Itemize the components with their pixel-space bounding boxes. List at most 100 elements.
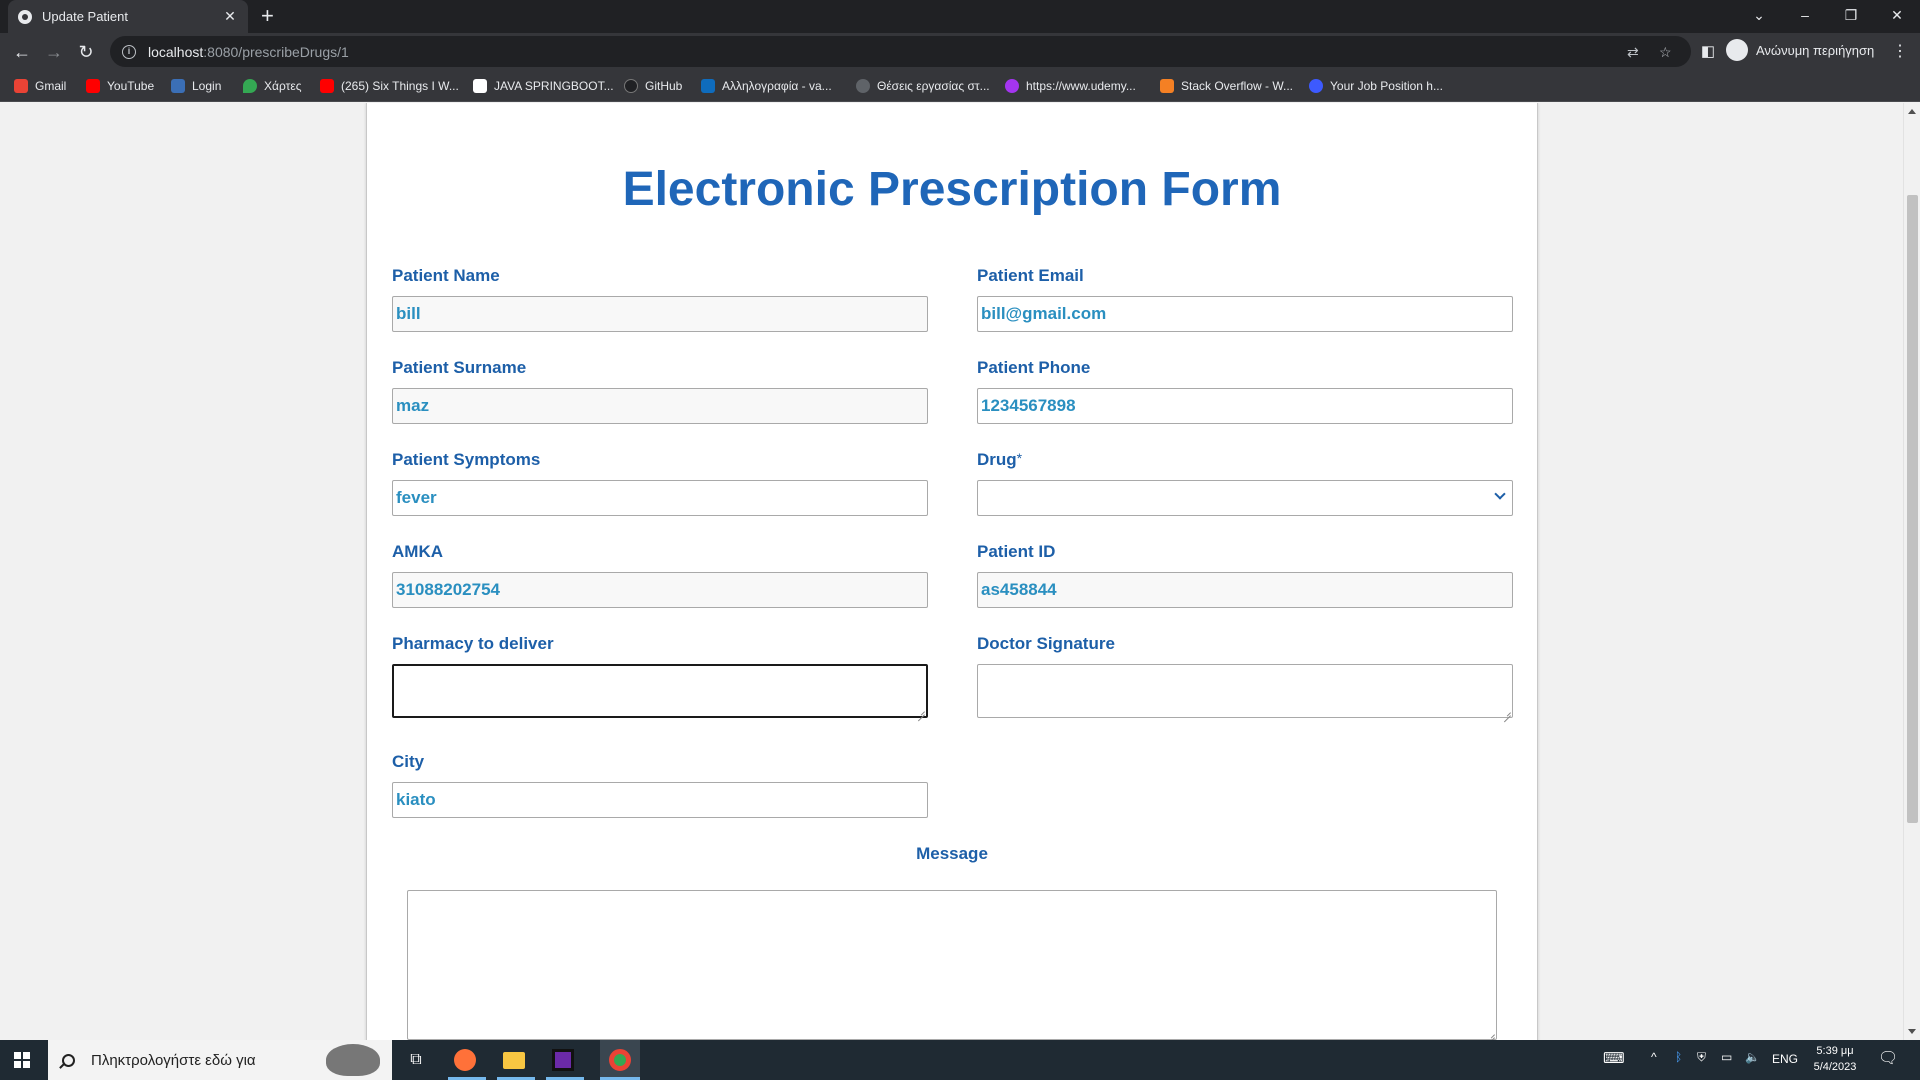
browser-toolbar: ← → ↻ i localhost:8080/prescribeDrugs/1 … (0, 33, 1920, 70)
form-title: Electronic Prescription Form (622, 163, 1282, 216)
notification-icon[interactable]: 🗨 (1878, 1048, 1898, 1068)
youtube-icon (320, 79, 334, 93)
city-input[interactable]: kiato (392, 782, 928, 818)
doctor-signature-textarea[interactable] (977, 664, 1513, 718)
message-label: Message (916, 844, 988, 863)
scroll-down-arrow-icon[interactable] (1908, 1029, 1916, 1034)
bookmark-stackoverflow[interactable]: Stack Overflow - W... (1160, 77, 1293, 95)
stackoverflow-icon (1160, 79, 1174, 93)
side-panel-icon[interactable]: ◧ (1697, 41, 1719, 63)
translate-icon[interactable]: ⇄ (1627, 44, 1639, 61)
search-icon (62, 1053, 75, 1067)
globe-icon (18, 9, 32, 24)
job-icon (1309, 79, 1323, 93)
network-icon[interactable]: ▭ (1721, 1050, 1732, 1064)
bookmarks-bar: Gmail YouTube Login Χάρτες (265) Six Thi… (0, 70, 1920, 102)
patient-email-input[interactable]: bill@gmail.com (977, 296, 1513, 332)
patient-surname-input[interactable]: maz (392, 388, 928, 424)
tab-close-icon[interactable]: ✕ (222, 8, 238, 25)
patient-surname-label: Patient Surname (392, 358, 527, 377)
page-viewport: Electronic Prescription Form Patient Nam… (0, 103, 1903, 1040)
amka-input[interactable]: 31088202754 (392, 572, 928, 608)
bookmark-star-icon[interactable]: ☆ (1659, 44, 1672, 61)
tab-title: Update Patient (42, 9, 129, 24)
site-info-icon[interactable]: i (122, 44, 136, 59)
windows-taskbar: Πληκτρολογήστε εδώ για ⧉ ⌨ ^ ᛒ ⛨ ▭ 🔈 ENG… (0, 1040, 1920, 1080)
intellij-icon[interactable] (549, 1046, 577, 1074)
scrollbar-thumb[interactable] (1907, 195, 1918, 823)
drug-select[interactable] (977, 480, 1513, 516)
page-scrollbar[interactable] (1903, 103, 1920, 1040)
bluetooth-icon[interactable]: ᛒ (1675, 1050, 1682, 1064)
patient-phone-input[interactable]: 1234567898 (977, 388, 1513, 424)
bookmark-youtube-video[interactable]: (265) Six Things I W... (320, 77, 459, 95)
restore-icon[interactable]: ❐ (1836, 0, 1866, 30)
bookmark-outlook[interactable]: Αλληλογραφία - va... (701, 77, 832, 95)
login-icon (171, 79, 185, 93)
patient-name-input[interactable]: bill (392, 296, 928, 332)
minimize-icon[interactable]: – (1790, 0, 1820, 30)
language-indicator[interactable]: ENG (1772, 1052, 1798, 1066)
file-explorer-icon[interactable] (500, 1046, 528, 1074)
incognito-icon (1726, 39, 1748, 61)
doctor-signature-label: Doctor Signature (977, 634, 1115, 653)
volume-icon[interactable]: 🔈 (1745, 1050, 1760, 1064)
search-highlight-image (326, 1044, 380, 1076)
bookmark-job-position[interactable]: Your Job Position h... (1309, 77, 1443, 95)
scroll-up-arrow-icon[interactable] (1908, 109, 1916, 114)
drug-label-text: Drug (977, 450, 1017, 469)
incognito-profile-button[interactable]: Ανώνυμη περιήγηση (1726, 39, 1874, 61)
patient-id-label: Patient ID (977, 542, 1056, 561)
document-icon (473, 79, 487, 93)
window-close-icon[interactable]: ✕ (1882, 0, 1912, 30)
resize-grip-icon[interactable] (1486, 1029, 1495, 1038)
security-icon[interactable]: ⛨ (1697, 1050, 1706, 1065)
firefox-icon[interactable] (451, 1046, 479, 1074)
bookmark-maps[interactable]: Χάρτες (243, 77, 301, 95)
forward-arrow-icon[interactable]: → (43, 41, 65, 63)
reload-icon[interactable]: ↻ (75, 41, 97, 63)
bookmark-login[interactable]: Login (171, 77, 221, 95)
back-arrow-icon[interactable]: ← (11, 41, 33, 63)
address-bar[interactable]: i localhost:8080/prescribeDrugs/1 ⇄ ☆ (110, 36, 1691, 67)
task-view-icon[interactable]: ⧉ (402, 1046, 430, 1074)
city-label: City (392, 752, 425, 771)
chrome-icon[interactable] (600, 1040, 640, 1080)
pharmacy-label: Pharmacy to deliver (392, 634, 554, 653)
patient-id-input[interactable]: as458844 (977, 572, 1513, 608)
resize-grip-icon[interactable] (916, 706, 925, 715)
bookmark-github[interactable]: GitHub (624, 77, 682, 95)
patient-symptoms-label: Patient Symptoms (392, 450, 541, 469)
outlook-icon (701, 79, 715, 93)
drug-label: Drug* (977, 450, 1022, 470)
bookmark-udemy[interactable]: https://www.udemy... (1005, 77, 1136, 95)
taskbar-clock[interactable]: 5:39 μμ 5/4/2023 (1800, 1043, 1870, 1075)
taskbar-search-box[interactable]: Πληκτρολογήστε εδώ για (48, 1040, 392, 1080)
resize-grip-icon[interactable] (1502, 707, 1511, 716)
browser-tab-strip: Update Patient ✕ + ⌄ – ❐ ✕ (0, 0, 1920, 33)
browser-tab-active[interactable]: Update Patient ✕ (8, 0, 248, 33)
message-textarea[interactable] (407, 890, 1497, 1040)
windows-start-icon[interactable] (14, 1052, 30, 1068)
patient-phone-label: Patient Phone (977, 358, 1091, 377)
udemy-icon (1005, 79, 1019, 93)
clock-date: 5/4/2023 (1813, 1061, 1857, 1073)
url-path: :8080/prescribeDrugs/1 (203, 43, 349, 60)
youtube-icon (86, 79, 100, 93)
profile-name: Ανώνυμη περιήγηση (1756, 42, 1875, 58)
bookmark-gmail[interactable]: Gmail (14, 77, 66, 95)
new-tab-button[interactable]: + (261, 5, 274, 27)
bookmark-jobs[interactable]: Θέσεις εργασίας στ... (856, 77, 990, 95)
pharmacy-textarea[interactable] (392, 664, 928, 718)
tab-search-icon[interactable]: ⌄ (1744, 0, 1774, 30)
bookmark-java-springboot[interactable]: JAVA SPRINGBOOT... (473, 77, 614, 95)
apple-icon (856, 79, 870, 93)
gmail-icon (14, 79, 28, 93)
patient-symptoms-input[interactable]: fever (392, 480, 928, 516)
menu-kebab-icon[interactable]: ⋮ (1892, 41, 1908, 61)
amka-label: AMKA (392, 542, 443, 561)
tray-expand-icon[interactable]: ^ (1651, 1050, 1657, 1064)
keyboard-icon[interactable]: ⌨ (1603, 1049, 1625, 1067)
taskbar-search-placeholder: Πληκτρολογήστε εδώ για (91, 1051, 256, 1069)
bookmark-youtube[interactable]: YouTube (86, 77, 154, 95)
